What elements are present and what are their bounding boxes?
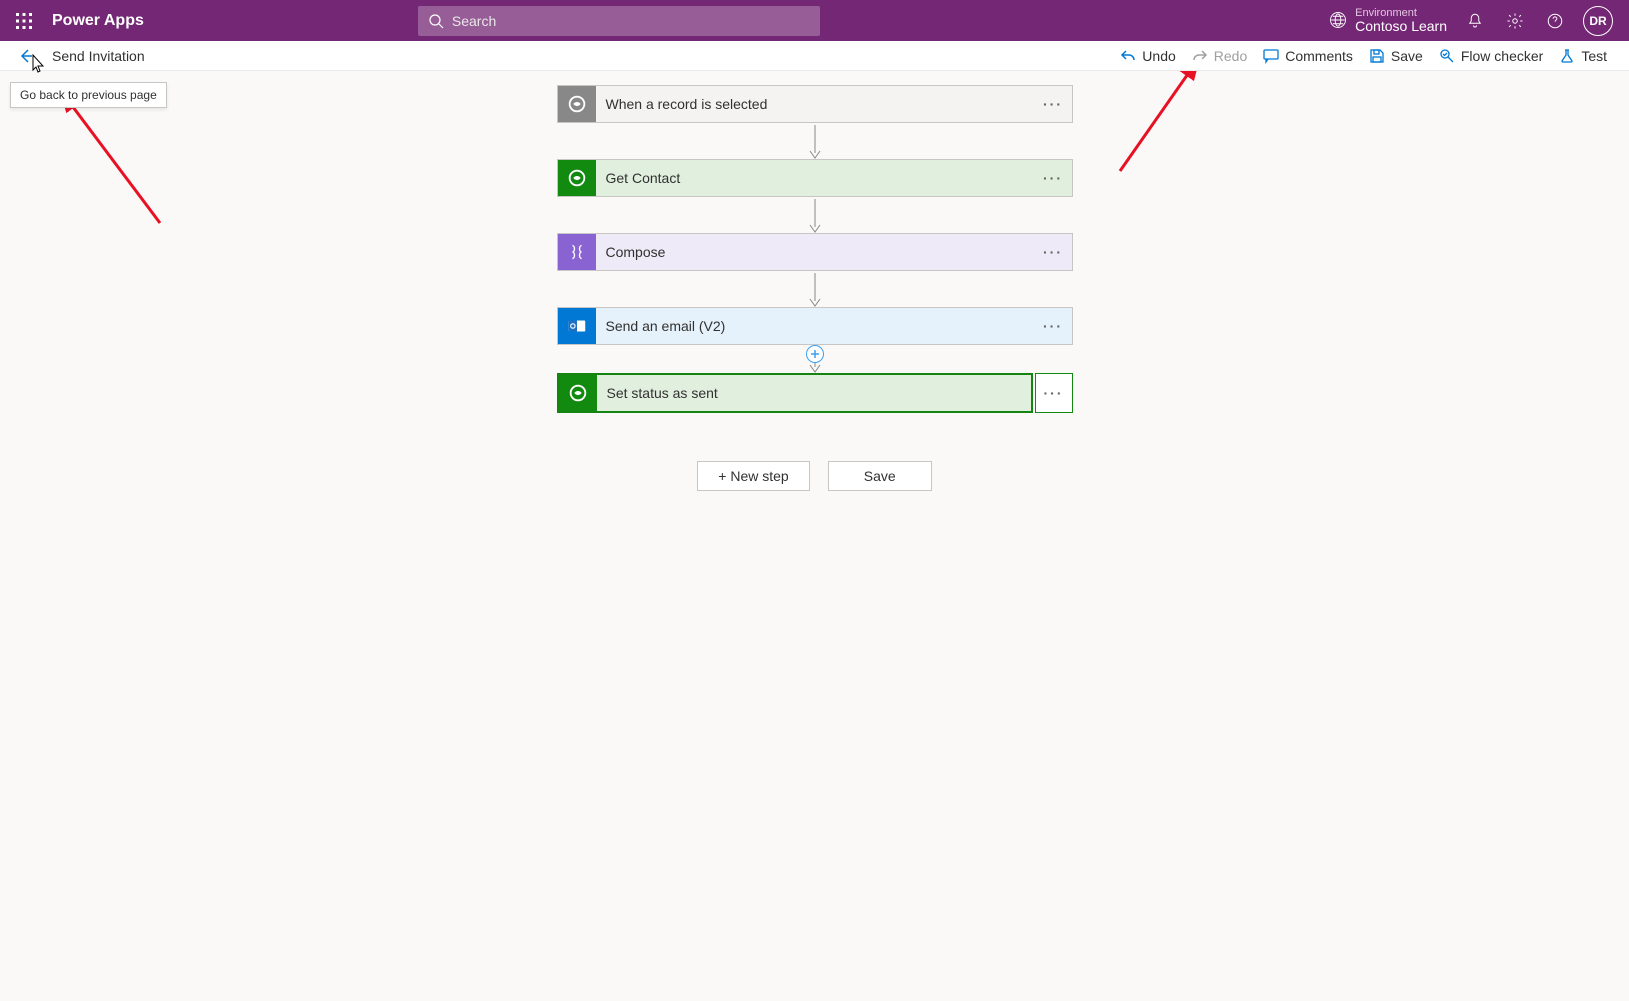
connector-arrow (557, 345, 1073, 373)
search-icon (428, 13, 444, 29)
flow-name: Send Invitation (52, 48, 145, 64)
step-get-contact[interactable]: Get Contact ··· (557, 159, 1073, 197)
step-set-status[interactable]: Set status as sent ··· (557, 373, 1073, 413)
step-more-icon[interactable]: ··· (1035, 373, 1073, 413)
avatar[interactable]: DR (1583, 6, 1613, 36)
test-button[interactable]: Test (1551, 41, 1615, 71)
step-title: Send an email (V2) (596, 308, 1034, 344)
environment-picker[interactable]: Environment Contoso Learn (1329, 7, 1447, 34)
mouse-cursor-icon (30, 54, 48, 79)
save-flow-button[interactable]: Save (828, 461, 932, 491)
search-wrap: Search (418, 6, 820, 36)
connector-arrow (557, 123, 1073, 159)
add-step-plus-icon[interactable] (806, 345, 824, 363)
dataverse-icon (559, 375, 597, 411)
back-tooltip: Go back to previous page (10, 82, 167, 108)
connector-arrow (557, 197, 1073, 233)
search-placeholder: Search (452, 13, 496, 29)
avatar-initials: DR (1589, 14, 1606, 28)
flow-container: When a record is selected ··· Get Contac… (557, 85, 1073, 491)
flow-canvas: When a record is selected ··· Get Contac… (0, 71, 1629, 1001)
settings-icon[interactable] (1495, 1, 1535, 41)
step-title: When a record is selected (596, 86, 1034, 122)
step-send-email[interactable]: Send an email (V2) ··· (557, 307, 1073, 345)
step-more-icon[interactable]: ··· (1034, 160, 1072, 196)
notifications-icon[interactable] (1455, 1, 1495, 41)
step-trigger[interactable]: When a record is selected ··· (557, 85, 1073, 123)
redo-button: Redo (1184, 41, 1255, 71)
outlook-icon (558, 308, 596, 344)
step-more-icon[interactable]: ··· (1034, 234, 1072, 270)
bottom-buttons: + New step Save (697, 461, 931, 491)
step-compose[interactable]: Compose ··· (557, 233, 1073, 271)
dataverse-icon (558, 86, 596, 122)
environment-name: Contoso Learn (1355, 19, 1447, 34)
connector-arrow (557, 271, 1073, 307)
app-title: Power Apps (52, 12, 144, 30)
help-icon[interactable] (1535, 1, 1575, 41)
comments-button[interactable]: Comments (1255, 41, 1361, 71)
step-title: Set status as sent (597, 375, 1031, 411)
new-step-button[interactable]: + New step (697, 461, 809, 491)
step-title: Compose (596, 234, 1034, 270)
annotation-arrow-right (1110, 71, 1210, 181)
step-more-icon[interactable]: ··· (1034, 86, 1072, 122)
app-header: Power Apps Search Environment Contoso Le… (0, 0, 1629, 41)
undo-button[interactable]: Undo (1112, 41, 1183, 71)
compose-icon (558, 234, 596, 270)
step-title: Get Contact (596, 160, 1034, 196)
search-input[interactable]: Search (418, 6, 820, 36)
command-bar: Send Invitation Undo Redo Comments Save … (0, 41, 1629, 71)
environment-icon (1329, 11, 1347, 29)
save-button[interactable]: Save (1361, 41, 1431, 71)
step-more-icon[interactable]: ··· (1034, 308, 1072, 344)
annotation-arrow-left (60, 93, 170, 233)
waffle-icon[interactable] (8, 5, 40, 37)
dataverse-icon (558, 160, 596, 196)
flow-checker-button[interactable]: Flow checker (1431, 41, 1551, 71)
